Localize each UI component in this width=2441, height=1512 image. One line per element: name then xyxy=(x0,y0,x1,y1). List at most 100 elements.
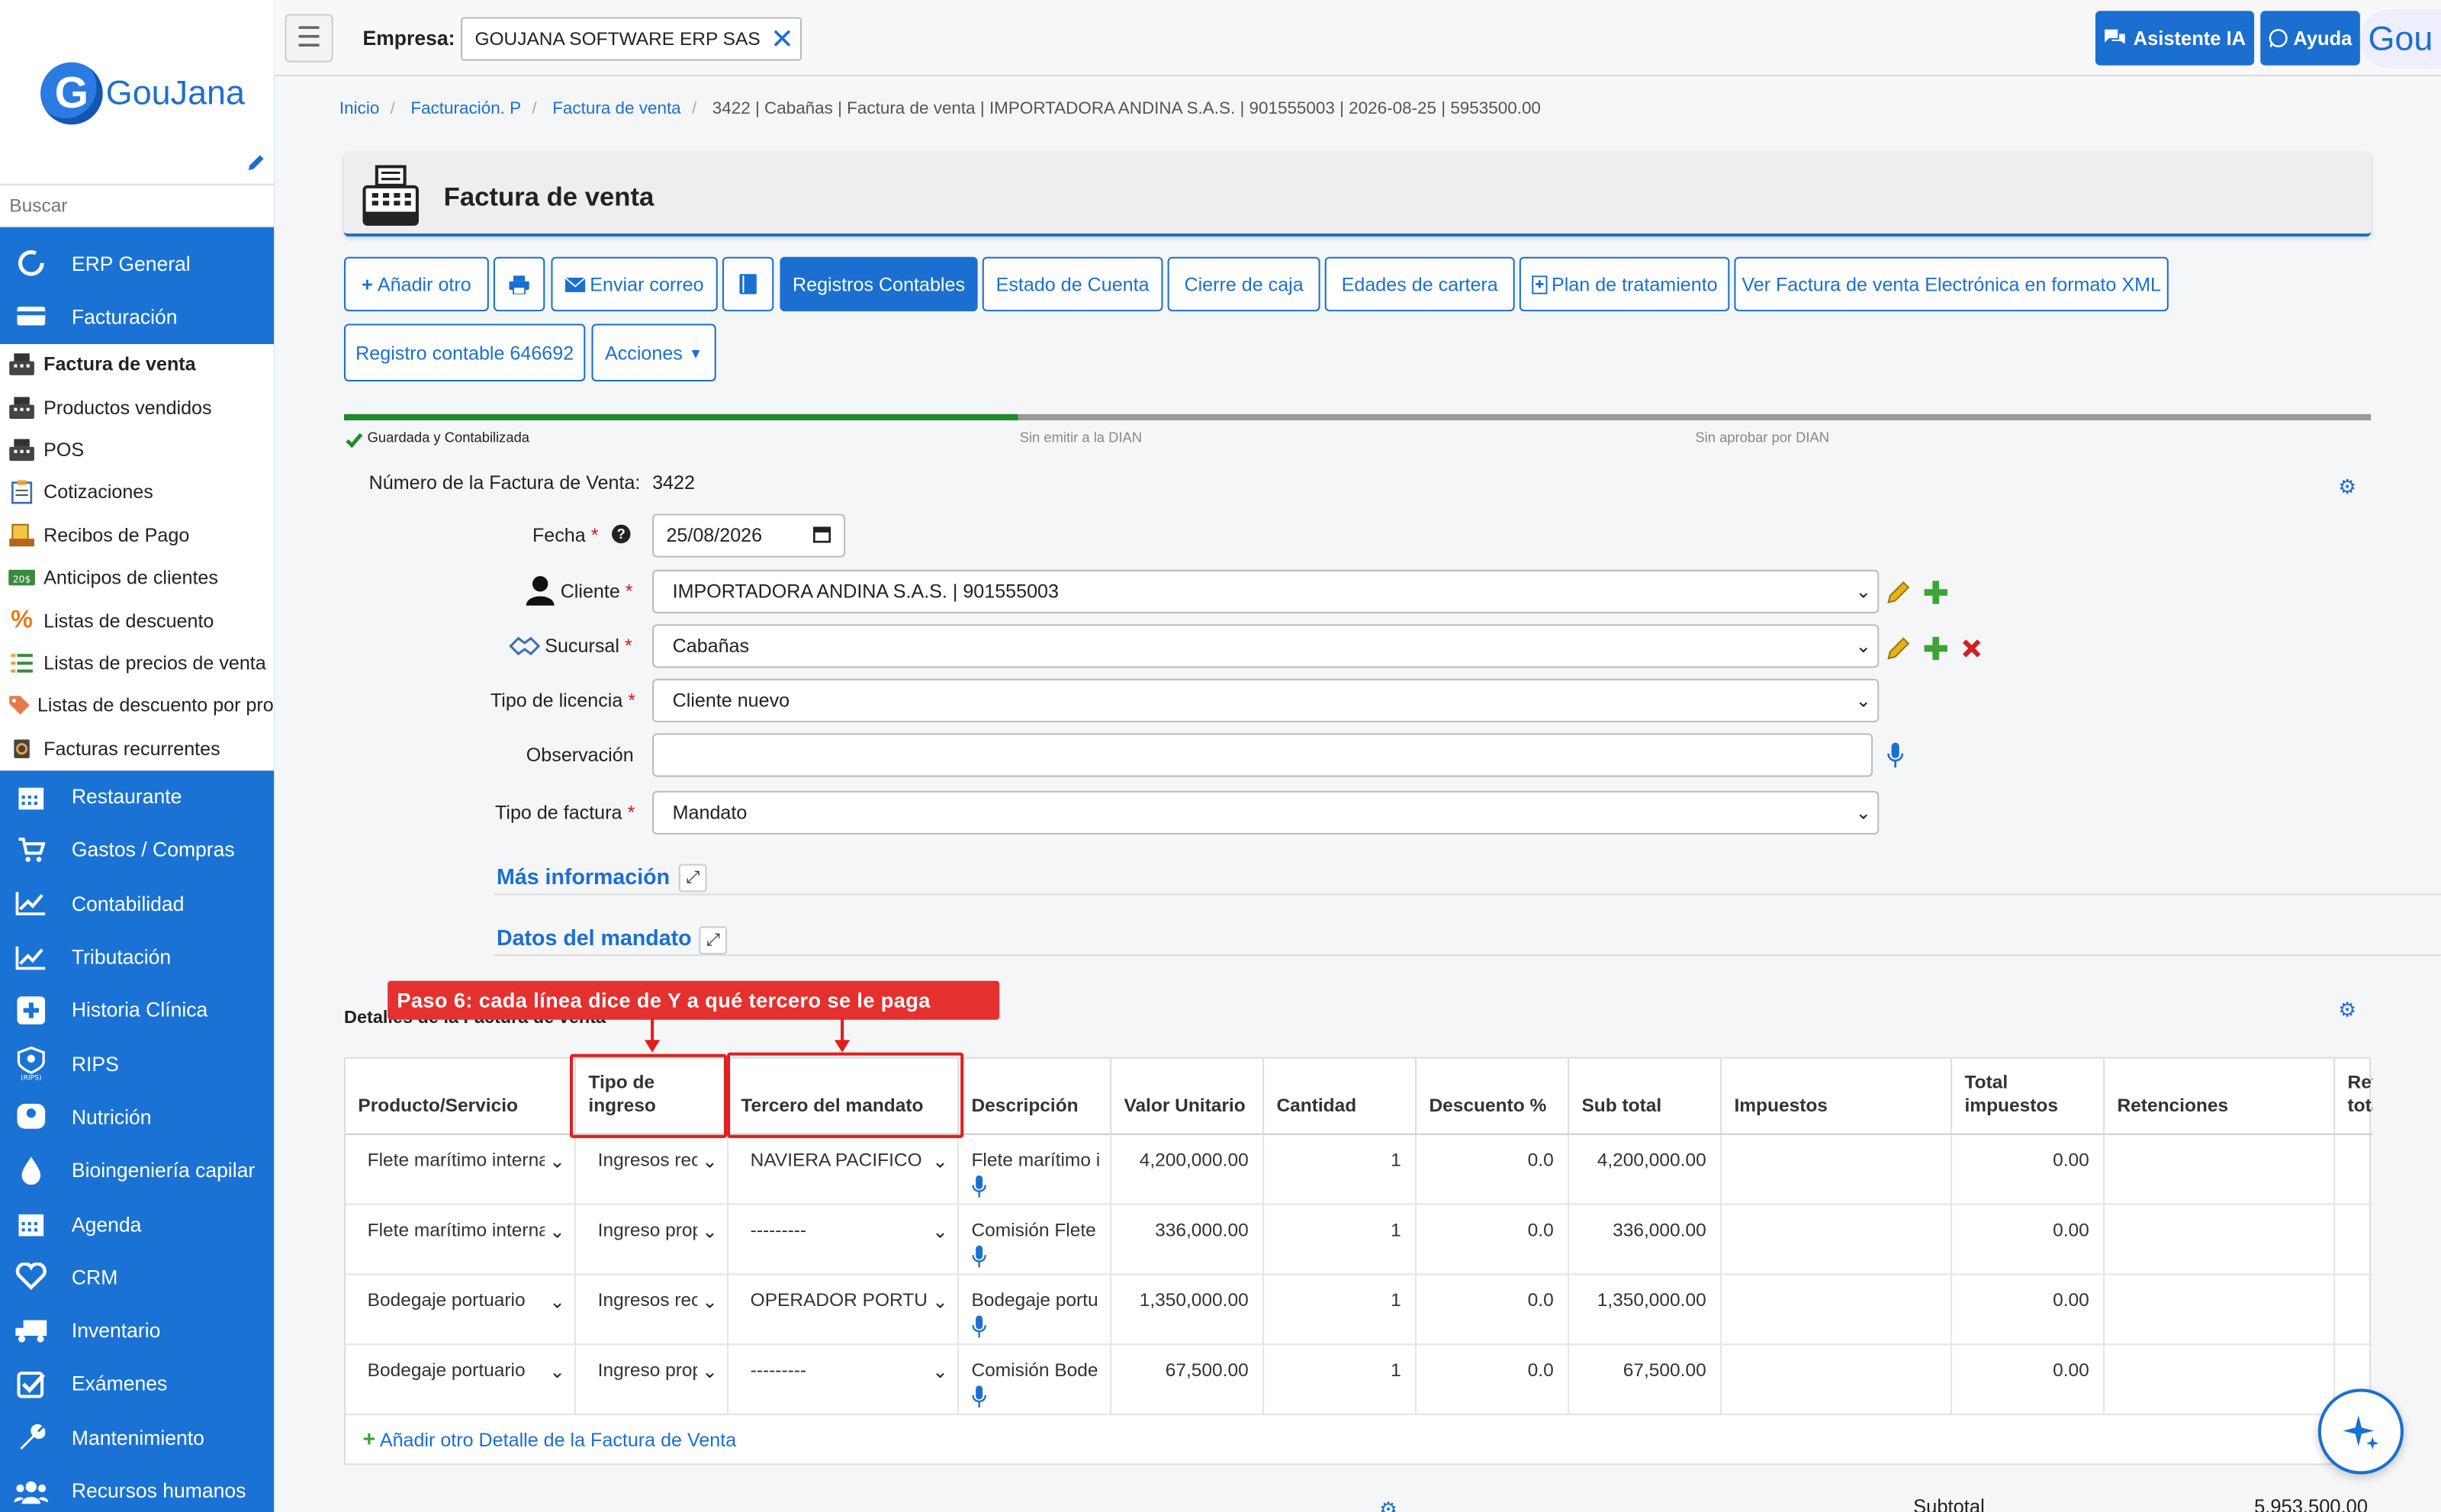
table-cell[interactable]: 67,500.00 xyxy=(1111,1345,1265,1416)
table-cell[interactable]: Bodegaje portu xyxy=(959,1275,1112,1346)
search-input[interactable] xyxy=(9,195,259,217)
table-cell[interactable]: 336,000.00 xyxy=(1569,1205,1722,1276)
microphone-icon[interactable] xyxy=(1886,742,1904,777)
table-cell[interactable]: 1,350,000.00 xyxy=(1569,1275,1722,1346)
table-cell-select[interactable]: --------- ⌄ xyxy=(728,1345,960,1416)
book-button[interactable] xyxy=(722,256,774,312)
table-cell-select[interactable]: Bodegaje portuario ⌄ xyxy=(346,1345,577,1416)
licencia-select[interactable]: Cliente nuevo ⌄ xyxy=(652,678,1880,722)
edades-cartera-button[interactable]: Edades de cartera xyxy=(1324,256,1515,312)
enviar-correo-button[interactable]: Enviar correo xyxy=(551,256,718,312)
table-cell[interactable]: 0.00 xyxy=(1952,1134,2105,1205)
table-cell[interactable]: 0.00 xyxy=(1952,1275,2105,1346)
table-cell-select[interactable]: Ingreso propio⌄ xyxy=(576,1345,729,1416)
ver-xml-button[interactable]: Ver Factura de venta Electrónica en form… xyxy=(1734,256,2169,312)
pencil-icon[interactable] xyxy=(246,153,268,175)
sidebar-subitem-listas-precios[interactable]: Listas de precios de venta xyxy=(0,642,274,684)
asistente-ia-button[interactable]: Asistente IA xyxy=(2095,11,2255,66)
table-cell[interactable]: 1 xyxy=(1264,1205,1417,1276)
expand-icon[interactable]: ⤢ xyxy=(699,926,728,955)
sidebar-subitem-descuento-producto[interactable]: Listas de descuento por prod xyxy=(0,684,274,727)
sidebar-subitem-listas-descuento[interactable]: % Listas de descuento xyxy=(0,600,274,642)
ayuda-button[interactable]: Ayuda xyxy=(2260,11,2360,66)
gear-icon[interactable]: ⚙ xyxy=(1379,1498,1397,1512)
fecha-input[interactable]: 25/08/2026 xyxy=(652,513,846,558)
registro-contable-button[interactable]: Registro contable 646692 xyxy=(344,323,586,381)
add-sucursal-icon[interactable] xyxy=(1922,635,1949,670)
cliente-select[interactable]: IMPORTADORA ANDINA S.A.S. | 901555003 ⌄ xyxy=(652,569,1880,614)
hamburger-menu-button[interactable]: ☰ xyxy=(285,14,333,63)
breadcrumb-inicio[interactable]: Inicio xyxy=(339,100,379,118)
gear-icon[interactable]: ⚙ xyxy=(2338,998,2356,1023)
calendar-icon[interactable] xyxy=(812,525,831,549)
table-cell-select[interactable]: Flete marítimo internacional⌄ xyxy=(346,1205,577,1276)
table-cell-select[interactable]: Bodegaje portuario ⌄ xyxy=(346,1275,577,1346)
acciones-dropdown[interactable]: Acciones ▼ xyxy=(591,323,716,381)
cierre-caja-button[interactable]: Cierre de caja xyxy=(1167,256,1320,312)
sidebar-subitem-cotizaciones[interactable]: Cotizaciones xyxy=(0,471,274,514)
edit-cliente-icon[interactable] xyxy=(1885,579,1912,613)
sidebar-item-gastos-compras[interactable]: Gastos / Compras xyxy=(0,823,274,877)
table-cell[interactable]: 4,200,000.00 xyxy=(1111,1134,1265,1205)
table-cell-select[interactable]: Ingresos recibidos⌄ xyxy=(576,1134,729,1205)
ai-assistant-fab[interactable] xyxy=(2317,1388,2404,1475)
sidebar-item-contabilidad[interactable]: Contabilidad xyxy=(0,877,274,930)
sidebar-item-tributaci-n[interactable]: Tributación xyxy=(0,930,274,983)
table-cell[interactable]: 336,000.00 xyxy=(1111,1205,1265,1276)
table-cell[interactable]: 1,350,000.00 xyxy=(1111,1275,1265,1346)
sidebar-item-restaurante[interactable]: Restaurante xyxy=(0,770,274,823)
edit-sucursal-icon[interactable] xyxy=(1885,635,1912,670)
sidebar-item-crm[interactable]: CRM xyxy=(0,1250,274,1304)
table-cell[interactable]: Comisión Flete xyxy=(959,1205,1112,1276)
tipo-factura-select[interactable]: Mandato ⌄ xyxy=(652,790,1880,835)
table-cell[interactable]: 1 xyxy=(1264,1345,1417,1416)
sidebar-subitem-recibos-de-pago[interactable]: Recibos de Pago xyxy=(0,514,274,557)
help-icon[interactable]: ? xyxy=(612,524,631,544)
sidebar-item-historia-cl-nica[interactable]: Historia Clínica xyxy=(0,983,274,1037)
clear-empresa-icon[interactable]: ✕ xyxy=(770,24,794,56)
add-detalle-link[interactable]: + Añadir otro Detalle de la Factura de V… xyxy=(363,1426,737,1451)
print-button[interactable] xyxy=(493,256,545,312)
sidebar-item-erp-general[interactable]: ERP General xyxy=(0,236,274,290)
logo[interactable]: G GouJana xyxy=(40,62,245,125)
estado-cuenta-button[interactable]: Estado de Cuenta xyxy=(982,256,1163,312)
table-cell[interactable]: 0.0 xyxy=(1417,1205,1570,1276)
microphone-icon[interactable] xyxy=(971,1315,1110,1343)
sidebar-item-ex-menes[interactable]: Exámenes xyxy=(0,1357,274,1411)
sidebar-subitem-factura-de-venta[interactable]: Factura de venta xyxy=(0,343,274,386)
table-cell[interactable]: 0.0 xyxy=(1417,1275,1570,1346)
table-cell[interactable]: Flete marítimo i xyxy=(959,1134,1112,1205)
gear-icon[interactable]: ⚙ xyxy=(2338,475,2356,500)
sidebar-subitem-anticipos[interactable]: 20$ Anticipos de clientes xyxy=(0,557,274,600)
sidebar-item-nutrici-n[interactable]: Nutrición xyxy=(0,1090,274,1144)
datos-mandato-link[interactable]: Datos del mandato xyxy=(497,925,692,950)
table-cell[interactable]: 0.00 xyxy=(1952,1205,2105,1276)
microphone-icon[interactable] xyxy=(971,1175,1110,1204)
table-cell[interactable]: 1 xyxy=(1264,1134,1417,1205)
sidebar-item-recursos-humanos[interactable]: Recursos humanos xyxy=(0,1464,274,1512)
table-cell-select[interactable]: Ingresos recibidos⌄ xyxy=(576,1275,729,1346)
sidebar-item-bioingenier-a-capilar[interactable]: Bioingeniería capilar xyxy=(0,1144,274,1197)
table-cell[interactable]: 0.00 xyxy=(1952,1345,2105,1416)
sucursal-select[interactable]: Cabañas ⌄ xyxy=(652,624,1880,668)
table-cell[interactable]: Comisión Bode xyxy=(959,1345,1112,1416)
registros-contables-button[interactable]: Registros Contables xyxy=(780,256,978,312)
sidebar-item-facturacion[interactable]: Facturación xyxy=(0,290,274,343)
table-cell-select[interactable]: Flete marítimo internacional⌄ xyxy=(346,1134,577,1205)
table-cell[interactable]: 1 xyxy=(1264,1275,1417,1346)
anadir-otro-button[interactable]: + Añadir otro xyxy=(344,256,489,312)
microphone-icon[interactable] xyxy=(971,1245,1110,1274)
table-cell-select[interactable]: OPERADOR PORTUARIO⌄ xyxy=(728,1275,960,1346)
microphone-icon[interactable] xyxy=(971,1385,1110,1414)
sidebar-item-inventario[interactable]: Inventario xyxy=(0,1304,274,1357)
delete-sucursal-icon[interactable] xyxy=(1960,637,1983,668)
user-avatar[interactable]: Gou xyxy=(2359,9,2441,69)
sidebar-subitem-facturas-recurrentes[interactable]: Facturas recurrentes xyxy=(0,727,274,770)
observacion-input[interactable] xyxy=(652,733,1873,777)
table-cell-select[interactable]: Ingreso propio⌄ xyxy=(576,1205,729,1276)
sidebar-search[interactable] xyxy=(0,183,275,227)
sidebar-subitem-pos[interactable]: POS xyxy=(0,429,274,471)
table-cell[interactable]: 0.0 xyxy=(1417,1345,1570,1416)
table-cell-select[interactable]: --------- ⌄ xyxy=(728,1205,960,1276)
sidebar-item-rips[interactable]: (RIPS) RIPS xyxy=(0,1037,274,1090)
